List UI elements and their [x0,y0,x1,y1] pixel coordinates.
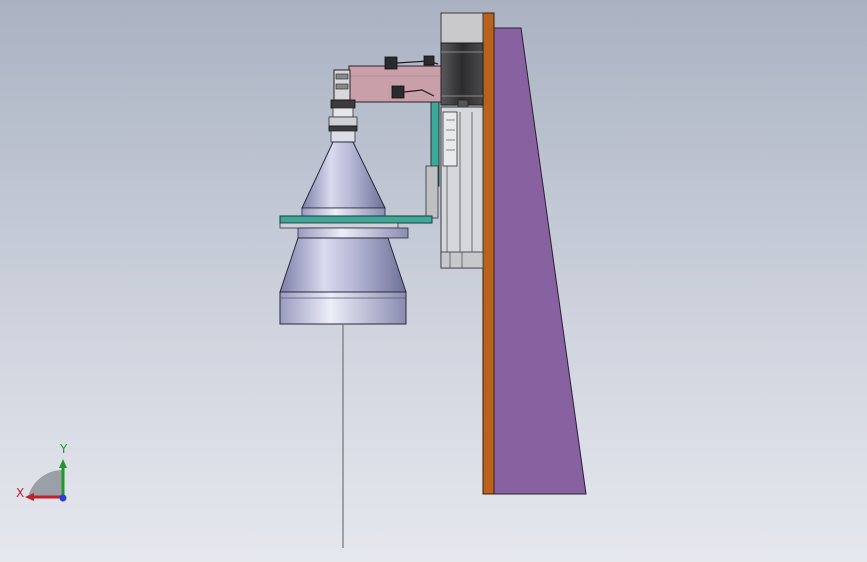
support-wedge[interactable] [493,27,587,495]
orientation-triad: X Y [10,440,80,510]
camera-connector-top[interactable] [384,56,398,70]
triad-y-arrow-icon [59,459,67,468]
triad-x-label: X [16,486,25,500]
assembly-model[interactable] [0,0,867,562]
horizontal-bracket-plate[interactable] [279,215,433,224]
triad-z-axis-icon [59,494,67,502]
light-cone-lower[interactable] [279,237,407,293]
cad-viewport[interactable]: X Y [0,0,867,562]
triad-plane-icon [28,470,62,497]
camera-connector-bottom[interactable] [391,85,405,99]
motor-top-cap[interactable] [440,12,484,44]
triad-y-label: Y [60,442,68,456]
mounting-plate[interactable] [482,12,495,495]
light-cone-upper[interactable] [301,141,386,209]
light-cone-base-ring[interactable] [279,291,407,325]
